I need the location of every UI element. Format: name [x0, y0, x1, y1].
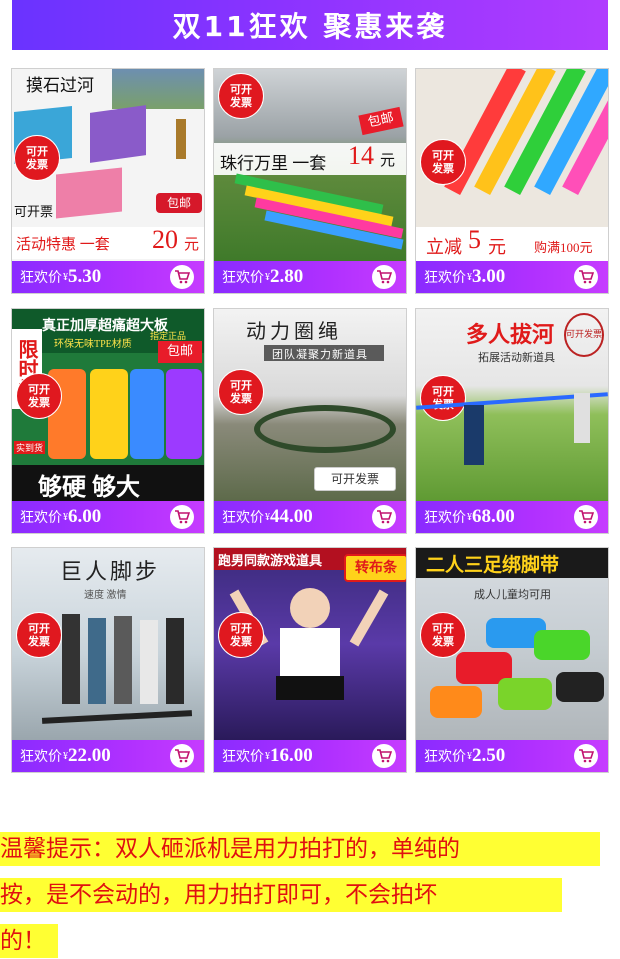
cart-icon[interactable]: [574, 505, 598, 529]
price-value: 2.80: [270, 266, 304, 287]
product-image[interactable]: 跑男同款游戏道具 转布条 可开 发票: [214, 548, 406, 740]
invoice-badge: 可开 发票: [420, 139, 466, 185]
tip-line-3: 的！: [0, 924, 58, 958]
price-bar: 狂欢价 ¥ 5.30: [12, 261, 204, 293]
cart-icon[interactable]: [372, 265, 396, 289]
price-label: 狂欢价: [424, 271, 466, 286]
free-shipping-tag: 包邮: [358, 106, 404, 136]
price-bar: 狂欢价 ¥ 44.00: [214, 501, 406, 533]
product-image[interactable]: 可开 发票 包邮 珠行万里 一套 14 元: [214, 69, 406, 261]
free-shipping-tag: 包邮: [158, 341, 202, 363]
price-value: 5.30: [68, 266, 102, 287]
invoice-badge: 可开 发票: [420, 375, 466, 421]
price-label: 狂欢价: [20, 511, 62, 526]
cart-icon[interactable]: [372, 744, 396, 768]
invoice-badge: 可开 发票: [218, 369, 264, 415]
price-bar: 狂欢价 ¥ 2.50: [416, 740, 608, 772]
price-bar: 狂欢价 ¥ 2.80: [214, 261, 406, 293]
price-label: 狂欢价: [222, 750, 264, 765]
invoice-badge: 可开 发票: [218, 612, 264, 658]
price-bar: 狂欢价 ¥ 6.00: [12, 501, 204, 533]
cart-icon[interactable]: [372, 505, 396, 529]
price-label: 狂欢价: [424, 511, 466, 526]
product-image[interactable]: 摸石过河 可开 发票 可开票 包邮 活动特惠 一套 20 元: [12, 69, 204, 261]
slogan-strip: 够硬 够大: [12, 465, 204, 501]
invoice-badge: 可开 发票: [420, 612, 466, 658]
price-value: 44.00: [270, 506, 313, 527]
price-bar: 狂欢价 ¥ 68.00: [416, 501, 608, 533]
product-card[interactable]: 真正加厚超痛超大板 环保无味TPE材质 限时抢 包邮 指定正品 可开 发票 实到…: [11, 308, 205, 534]
product-title: 摸石过河: [26, 76, 94, 95]
cart-icon[interactable]: [574, 744, 598, 768]
product-image[interactable]: 动力圈绳 团队凝聚力新道具 可开 发票 可开发票: [214, 309, 406, 501]
cart-icon[interactable]: [170, 744, 194, 768]
price-value: 2.50: [472, 745, 506, 766]
title-strip: 二人三足绑脚带: [416, 548, 608, 578]
tip-line-2: 按，是不会动的，用力拍打即可，不会拍坏: [0, 878, 562, 912]
promo-banner: 双11狂欢 聚惠来袭: [12, 0, 608, 50]
price-value: 16.00: [270, 745, 313, 766]
promo-strip: 珠行万里 一套 14 元: [214, 141, 406, 175]
product-image[interactable]: 巨人脚步 速度 激情 可开 发票: [12, 548, 204, 740]
product-card[interactable]: 跑男同款游戏道具 转布条 可开 发票 狂欢价 ¥ 16.00: [213, 547, 407, 773]
tip-line-1: 温馨提示：双人砸派机是用力拍打的，单纯的: [0, 832, 600, 866]
price-label: 狂欢价: [20, 271, 62, 286]
product-card[interactable]: 动力圈绳 团队凝聚力新道具 可开 发票 可开发票 狂欢价 ¥ 44.00: [213, 308, 407, 534]
product-card[interactable]: 二人三足绑脚带 成人儿童均可用 可开 发票 狂欢价 ¥ 2.50: [415, 547, 609, 773]
invoice-badge: 可开 发票: [14, 135, 60, 181]
product-card[interactable]: 摸石过河 可开 发票 可开票 包邮 活动特惠 一套 20 元 狂欢价 ¥ 5.3…: [11, 68, 205, 294]
invoice-badge: 可开 发票: [16, 373, 62, 419]
product-tag: 转布条: [344, 554, 406, 582]
price-value: 68.00: [472, 506, 515, 527]
price-label: 狂欢价: [222, 511, 264, 526]
invoice-badge: 可开 发票: [218, 73, 264, 119]
price-label: 狂欢价: [222, 271, 264, 286]
free-shipping-tag: 包邮: [156, 193, 202, 213]
price-value: 22.00: [68, 745, 111, 766]
product-card[interactable]: 可开 发票 立减 5 元 购满100元 狂欢价 ¥ 3.00: [415, 68, 609, 294]
subtitle-strip: 团队凝聚力新道具: [264, 345, 384, 361]
invoice-label: 可开发票: [314, 467, 396, 491]
price-bar: 狂欢价 ¥ 3.00: [416, 261, 608, 293]
product-card[interactable]: 巨人脚步 速度 激情 可开 发票 狂欢价 ¥ 22.00: [11, 547, 205, 773]
product-image[interactable]: 真正加厚超痛超大板 环保无味TPE材质 限时抢 包邮 指定正品 可开 发票 实到…: [12, 309, 204, 501]
product-card[interactable]: 可开 发票 包邮 珠行万里 一套 14 元 狂欢价 ¥ 2.80: [213, 68, 407, 294]
product-card[interactable]: 多人拔河 拓展活动新道具 可开发票 可开 发票 狂欢价 ¥ 68.00: [415, 308, 609, 534]
price-bar: 狂欢价 ¥ 16.00: [214, 740, 406, 772]
price-value: 6.00: [68, 506, 102, 527]
cart-icon[interactable]: [574, 265, 598, 289]
promo-strip: 立减 5 元 购满100元: [416, 225, 608, 261]
banner-title: 双11狂欢 聚惠来袭: [172, 10, 448, 43]
price-label: 狂欢价: [20, 750, 62, 765]
product-image[interactable]: 多人拔河 拓展活动新道具 可开发票 可开 发票: [416, 309, 608, 501]
promo-strip: 活动特惠 一套 20 元: [12, 225, 204, 259]
invoice-stamp: 可开发票: [564, 313, 604, 357]
invoice-badge: 可开 发票: [16, 612, 62, 658]
product-image[interactable]: 二人三足绑脚带 成人儿童均可用 可开 发票: [416, 548, 608, 740]
price-bar: 狂欢价 ¥ 22.00: [12, 740, 204, 772]
cart-icon[interactable]: [170, 505, 194, 529]
cart-icon[interactable]: [170, 265, 194, 289]
product-image[interactable]: 可开 发票 立减 5 元 购满100元: [416, 69, 608, 261]
price-label: 狂欢价: [424, 750, 466, 765]
product-note: 可开票: [14, 204, 54, 219]
price-value: 3.00: [472, 266, 506, 287]
